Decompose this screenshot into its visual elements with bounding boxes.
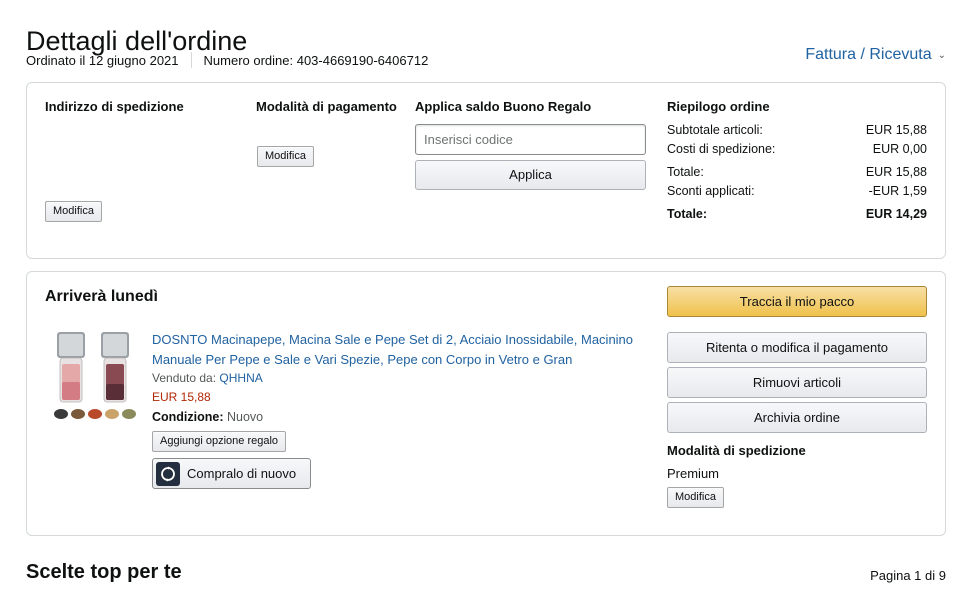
gift-card-heading: Applica saldo Buono Regalo <box>415 99 592 114</box>
order-summary-heading: Riepilogo ordine <box>667 99 770 114</box>
shipping-method-heading: Modalità di spedizione <box>667 443 806 458</box>
summary-row-discounts: Sconti applicati: -EUR 1,59 <box>667 182 927 201</box>
condition-label: Condizione: <box>152 410 224 424</box>
sold-by: Venduto da: QHHNA <box>152 369 642 388</box>
product-image[interactable] <box>51 330 141 426</box>
gift-card-apply-button[interactable]: Applica <box>415 160 646 190</box>
order-number: Numero ordine: 403-4669190-6406712 <box>203 52 429 68</box>
pagination-indicator: Pagina 1 di 9 <box>870 568 946 583</box>
archive-order-button[interactable]: Archivia ordine <box>667 402 927 433</box>
shipping-address-edit-button[interactable]: Modifica <box>45 201 102 222</box>
summary-value: EUR 15,88 <box>865 165 927 179</box>
product-info: DOSNTO Macinapepe, Macina Sale e Pepe Se… <box>152 330 642 427</box>
sold-by-label: Venduto da: <box>152 371 220 385</box>
summary-row-grand-total: Totale: EUR 14,29 <box>667 205 927 224</box>
order-date: Ordinato il 12 giugno 2021 <box>26 52 179 68</box>
order-summary: Riepilogo ordine Subtotale articoli: EUR… <box>667 99 927 224</box>
product-condition: Condizione: Nuovo <box>152 407 642 427</box>
shipping-address-heading: Indirizzo di spedizione <box>45 99 184 114</box>
meta-divider <box>190 52 192 68</box>
remove-items-button[interactable]: Rimuovi articoli <box>667 367 927 398</box>
invoice-link-label[interactable]: Fattura / Ricevuta <box>805 46 931 64</box>
summary-row-subtotal: Subtotale articoli: EUR 15,88 <box>667 121 927 140</box>
order-meta: Ordinato il 12 giugno 2021 Numero ordine… <box>26 52 428 68</box>
summary-value: -EUR 1,59 <box>868 184 927 198</box>
summary-label: Costi di spedizione: <box>667 142 776 156</box>
shipping-method-edit-button[interactable]: Modifica <box>667 487 724 508</box>
shipping-method-value: Premium <box>667 466 720 481</box>
summary-label: Sconti applicati: <box>667 184 755 198</box>
add-gift-option-button[interactable]: Aggiungi opzione regalo <box>152 431 287 452</box>
retry-payment-button[interactable]: Ritenta o modifica il pagamento <box>667 332 927 363</box>
summary-label: Subtotale articoli: <box>667 123 763 137</box>
payment-method-edit-button[interactable]: Modifica <box>257 146 314 167</box>
summary-label: Totale: <box>667 165 704 179</box>
recommendations-title: Scelte top per te <box>26 561 182 583</box>
gift-card-code-input[interactable] <box>415 124 646 155</box>
track-package-button[interactable]: Traccia il mio pacco <box>667 286 927 317</box>
chevron-down-icon: ⌄ <box>937 49 946 61</box>
shipment-box: Arriverà lunedì DOSNTO Macinapepe, Macin… <box>26 271 946 536</box>
condition-value: Nuovo <box>223 410 264 424</box>
summary-row-total-before-discount: Totale: EUR 15,88 <box>667 163 927 182</box>
buy-again-icon <box>156 461 180 486</box>
payment-method-heading: Modalità di pagamento <box>256 99 397 114</box>
arrival-heading: Arriverà lunedì <box>45 288 158 305</box>
summary-value: EUR 15,88 <box>865 123 927 137</box>
buy-again-label: Compralo di nuovo <box>187 466 297 481</box>
summary-value: EUR 14,29 <box>865 207 927 221</box>
product-price: EUR 15,88 <box>152 390 211 404</box>
buy-again-button[interactable]: Compralo di nuovo <box>152 458 311 489</box>
summary-value: EUR 0,00 <box>872 142 927 156</box>
summary-row-shipping: Costi di spedizione: EUR 0,00 <box>667 140 927 159</box>
seller-link[interactable]: QHHNA <box>219 371 262 385</box>
invoice-link[interactable]: Fattura / Ricevuta ⌄ <box>805 46 946 64</box>
product-title-link[interactable]: DOSNTO Macinapepe, Macina Sale e Pepe Se… <box>152 330 642 369</box>
summary-label: Totale: <box>667 207 708 221</box>
order-details-box: Indirizzo di spedizione Modifica Modalit… <box>26 82 946 259</box>
